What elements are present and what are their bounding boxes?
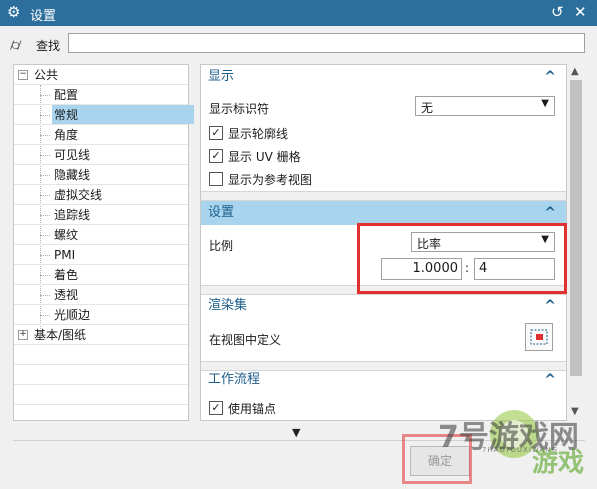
tree-item-angle[interactable]: 角度 — [14, 125, 188, 145]
tree-empty-row — [14, 365, 188, 385]
tree-item-config[interactable]: 配置 — [14, 85, 188, 105]
select-region-icon — [530, 329, 548, 345]
collapse-caret-icon[interactable]: ^ — [544, 368, 556, 392]
gear-icon: ⚙ — [7, 3, 21, 21]
tree-empty-row — [14, 345, 188, 365]
tree-empty-row — [14, 385, 188, 405]
tree-node-public[interactable]: − 公共 — [14, 65, 188, 85]
settings-tree: − 公共 配置 常规 角度 可见线 隐藏线 虚拟交线 追踪线 螺纹 PMI 着色 — [13, 64, 194, 421]
scroll-up-icon[interactable]: ▲ — [571, 66, 579, 77]
marker-dropdown[interactable]: 无 ▼ — [415, 96, 555, 116]
site-watermark: 7号游戏网 7HAOYOUXIWANG 游戏 — [432, 400, 597, 486]
tree-item-visible-lines[interactable]: 可见线 — [14, 145, 188, 165]
collapse-caret-icon[interactable]: ^ — [544, 201, 556, 225]
collapse-icon[interactable]: − — [18, 70, 28, 80]
chevron-down-icon: ▼ — [541, 98, 549, 109]
tree-item-perspective[interactable]: 透视 — [14, 285, 188, 305]
binoculars-icon[interactable]: ⌭ — [10, 35, 21, 55]
tree-item-virtual-intersection[interactable]: 虚拟交线 — [14, 185, 188, 205]
tree-item-general[interactable]: 常规 — [14, 105, 194, 125]
watermark-sub: 游戏 — [532, 448, 585, 478]
checkbox-box[interactable] — [209, 172, 223, 186]
search-row: ⌭ 查找 — [0, 26, 597, 62]
find-label: 查找 — [36, 39, 61, 53]
define-in-view-label: 在视图中定义 — [209, 333, 282, 347]
highlight-box — [357, 223, 567, 294]
tree-item-shading[interactable]: 着色 — [14, 265, 188, 285]
window-title: 设置 — [30, 9, 57, 24]
expand-more-icon[interactable]: ▼ — [292, 426, 300, 439]
section-render-set-header[interactable]: 渲染集 ^ — [201, 294, 566, 318]
checkbox-box[interactable]: ✓ — [209, 401, 223, 415]
tree-item-hidden-lines[interactable]: 隐藏线 — [14, 165, 188, 185]
scale-label: 比例 — [209, 239, 234, 253]
marker-label: 显示标识符 — [209, 102, 270, 116]
close-icon[interactable]: ✕ — [574, 3, 587, 21]
expand-icon[interactable]: + — [18, 330, 28, 340]
define-in-view-button[interactable] — [525, 323, 553, 351]
search-input[interactable] — [68, 33, 585, 53]
section-workflow-header[interactable]: 工作流程 ^ — [201, 368, 566, 392]
tree-item-trace-lines[interactable]: 追踪线 — [14, 205, 188, 225]
section-settings-header[interactable]: 设置 ^ — [201, 201, 566, 225]
reset-icon[interactable]: ↺ — [551, 3, 564, 21]
section-display-header[interactable]: 显示 ^ — [201, 65, 566, 89]
checkbox-box[interactable]: ✓ — [209, 149, 223, 163]
tree-item-smooth-edges[interactable]: 光顺边 — [14, 305, 188, 325]
scroll-thumb[interactable] — [570, 80, 582, 376]
tree-node-basic-drawing[interactable]: + 基本/图纸 — [14, 325, 188, 345]
panel-scrollbar[interactable]: ▲ ▼ — [567, 64, 585, 421]
checkbox-box[interactable]: ✓ — [209, 126, 223, 140]
tree-item-pmi[interactable]: PMI — [14, 245, 188, 265]
section-divider — [201, 191, 566, 201]
title-bar: ⚙ 设置 ↺ ✕ — [0, 0, 597, 26]
collapse-caret-icon[interactable]: ^ — [544, 294, 556, 318]
collapse-caret-icon[interactable]: ^ — [544, 65, 556, 89]
tree-item-thread[interactable]: 螺纹 — [14, 225, 188, 245]
